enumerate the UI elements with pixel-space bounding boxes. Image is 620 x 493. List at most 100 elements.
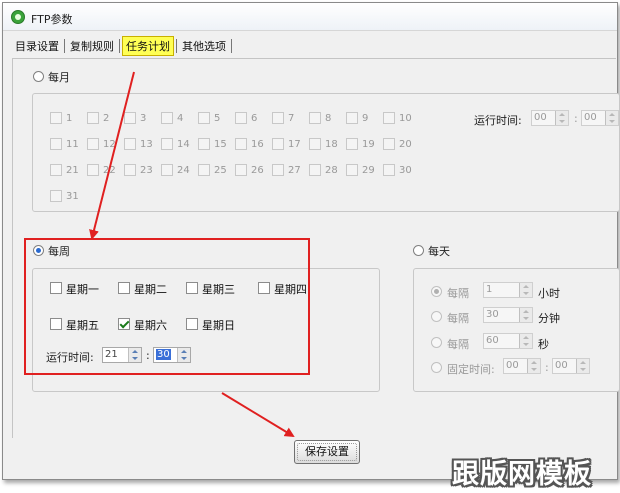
month-day-checkbox[interactable]: [346, 164, 358, 176]
spin-arrows-icon[interactable]: [519, 308, 532, 322]
month-day-checkbox[interactable]: [272, 138, 284, 150]
month-day-label: 20: [399, 139, 412, 150]
month-day-checkbox[interactable]: [272, 112, 284, 124]
daily-seconds-value: 60: [486, 335, 499, 346]
month-day-checkbox[interactable]: [161, 138, 173, 150]
monthly-colon: :: [574, 112, 578, 125]
month-day-checkbox[interactable]: [235, 164, 247, 176]
spin-arrows-icon[interactable]: [519, 334, 532, 348]
tab-copy-rules[interactable]: 复制规则: [67, 36, 117, 56]
month-day-label: 12: [103, 139, 116, 150]
daily-minutes-value: 30: [486, 309, 499, 320]
month-day-checkbox[interactable]: [383, 138, 395, 150]
month-day-label: 21: [66, 165, 79, 176]
month-day-checkbox[interactable]: [124, 112, 136, 124]
daily-fixed-time-label: 固定时间:: [447, 363, 495, 376]
spin-arrows-icon[interactable]: [527, 359, 540, 373]
daily-every-hours-label: 每隔: [447, 287, 469, 300]
month-day-label: 28: [325, 165, 338, 176]
monthly-label: 每月: [48, 71, 70, 84]
month-day-label: 2: [103, 113, 110, 124]
daily-fixed-minute-value: 00: [555, 360, 568, 371]
month-day-checkbox[interactable]: [87, 112, 99, 124]
month-day-checkbox[interactable]: [50, 190, 62, 202]
month-day-checkbox[interactable]: [50, 164, 62, 176]
month-day-label: 13: [140, 139, 153, 150]
month-day-checkbox[interactable]: [235, 112, 247, 124]
month-day-label: 25: [214, 165, 227, 176]
month-day-label: 17: [288, 139, 301, 150]
daily-radio[interactable]: [413, 245, 424, 256]
daily-minutes-spinner[interactable]: 30: [483, 307, 533, 323]
daily-hours-value: 1: [486, 284, 493, 295]
daily-every-seconds-radio[interactable]: [431, 337, 442, 348]
month-day-checkbox[interactable]: [383, 164, 395, 176]
month-day-checkbox[interactable]: [124, 164, 136, 176]
daily-seconds-spinner[interactable]: 60: [483, 333, 533, 349]
tab-strip: 目录设置 复制规则 任务计划 其他选项: [12, 36, 234, 56]
month-day-label: 26: [251, 165, 264, 176]
month-day-label: 4: [177, 113, 184, 124]
month-day-label: 10: [399, 113, 412, 124]
month-day-label: 23: [140, 165, 153, 176]
month-day-label: 16: [251, 139, 264, 150]
month-day-checkbox[interactable]: [272, 164, 284, 176]
month-day-checkbox[interactable]: [161, 164, 173, 176]
daily-fixed-hour-value: 00: [506, 360, 519, 371]
annotation-highlight-box: [24, 238, 310, 375]
daily-fixed-time-radio[interactable]: [431, 362, 442, 373]
month-day-checkbox[interactable]: [87, 164, 99, 176]
daily-fixed-minute-spinner[interactable]: 00: [552, 358, 590, 374]
month-day-label: 9: [362, 113, 369, 124]
month-day-checkbox[interactable]: [309, 112, 321, 124]
daily-fixed-hour-spinner[interactable]: 00: [503, 358, 541, 374]
month-day-label: 6: [251, 113, 258, 124]
daily-fixed-colon: :: [545, 361, 549, 374]
month-day-checkbox[interactable]: [87, 138, 99, 150]
month-day-checkbox[interactable]: [198, 112, 210, 124]
month-day-checkbox[interactable]: [161, 112, 173, 124]
daily-every-minutes-label: 每隔: [447, 312, 469, 325]
daily-minutes-unit: 分钟: [538, 312, 560, 325]
monthly-minute-value: 00: [584, 112, 597, 123]
monthly-run-time-label: 运行时间:: [474, 114, 522, 127]
tab-other-options[interactable]: 其他选项: [179, 36, 229, 56]
month-day-checkbox[interactable]: [50, 112, 62, 124]
monthly-radio[interactable]: [33, 71, 44, 82]
month-day-label: 11: [66, 139, 79, 150]
month-day-label: 27: [288, 165, 301, 176]
month-day-label: 15: [214, 139, 227, 150]
daily-every-hours-radio[interactable]: [431, 286, 442, 297]
month-day-label: 1: [66, 113, 73, 124]
month-day-checkbox[interactable]: [346, 138, 358, 150]
monthly-hour-spinner[interactable]: 00: [531, 110, 569, 126]
month-day-checkbox[interactable]: [235, 138, 247, 150]
month-day-label: 14: [177, 139, 190, 150]
tab-task-schedule[interactable]: 任务计划: [122, 36, 174, 56]
monthly-minute-spinner[interactable]: 00: [581, 110, 619, 126]
month-day-label: 24: [177, 165, 190, 176]
month-day-checkbox[interactable]: [50, 138, 62, 150]
spin-arrows-icon[interactable]: [555, 111, 568, 125]
month-day-label: 22: [103, 165, 116, 176]
tab-divider: [64, 39, 65, 53]
save-settings-button[interactable]: 保存设置: [294, 440, 360, 464]
spin-arrows-icon[interactable]: [519, 283, 532, 297]
daily-seconds-unit: 秒: [538, 338, 549, 351]
month-day-checkbox[interactable]: [309, 138, 321, 150]
month-day-label: 3: [140, 113, 147, 124]
month-day-checkbox[interactable]: [383, 112, 395, 124]
spin-arrows-icon[interactable]: [605, 111, 618, 125]
month-day-checkbox[interactable]: [198, 138, 210, 150]
month-day-checkbox[interactable]: [124, 138, 136, 150]
month-day-label: 8: [325, 113, 332, 124]
app-icon: [11, 10, 25, 24]
month-day-checkbox[interactable]: [346, 112, 358, 124]
daily-hours-spinner[interactable]: 1: [483, 282, 533, 298]
title-bar: FTP参数: [3, 3, 617, 31]
month-day-checkbox[interactable]: [198, 164, 210, 176]
spin-arrows-icon[interactable]: [576, 359, 589, 373]
tab-directory-settings[interactable]: 目录设置: [12, 36, 62, 56]
month-day-checkbox[interactable]: [309, 164, 321, 176]
daily-every-minutes-radio[interactable]: [431, 311, 442, 322]
